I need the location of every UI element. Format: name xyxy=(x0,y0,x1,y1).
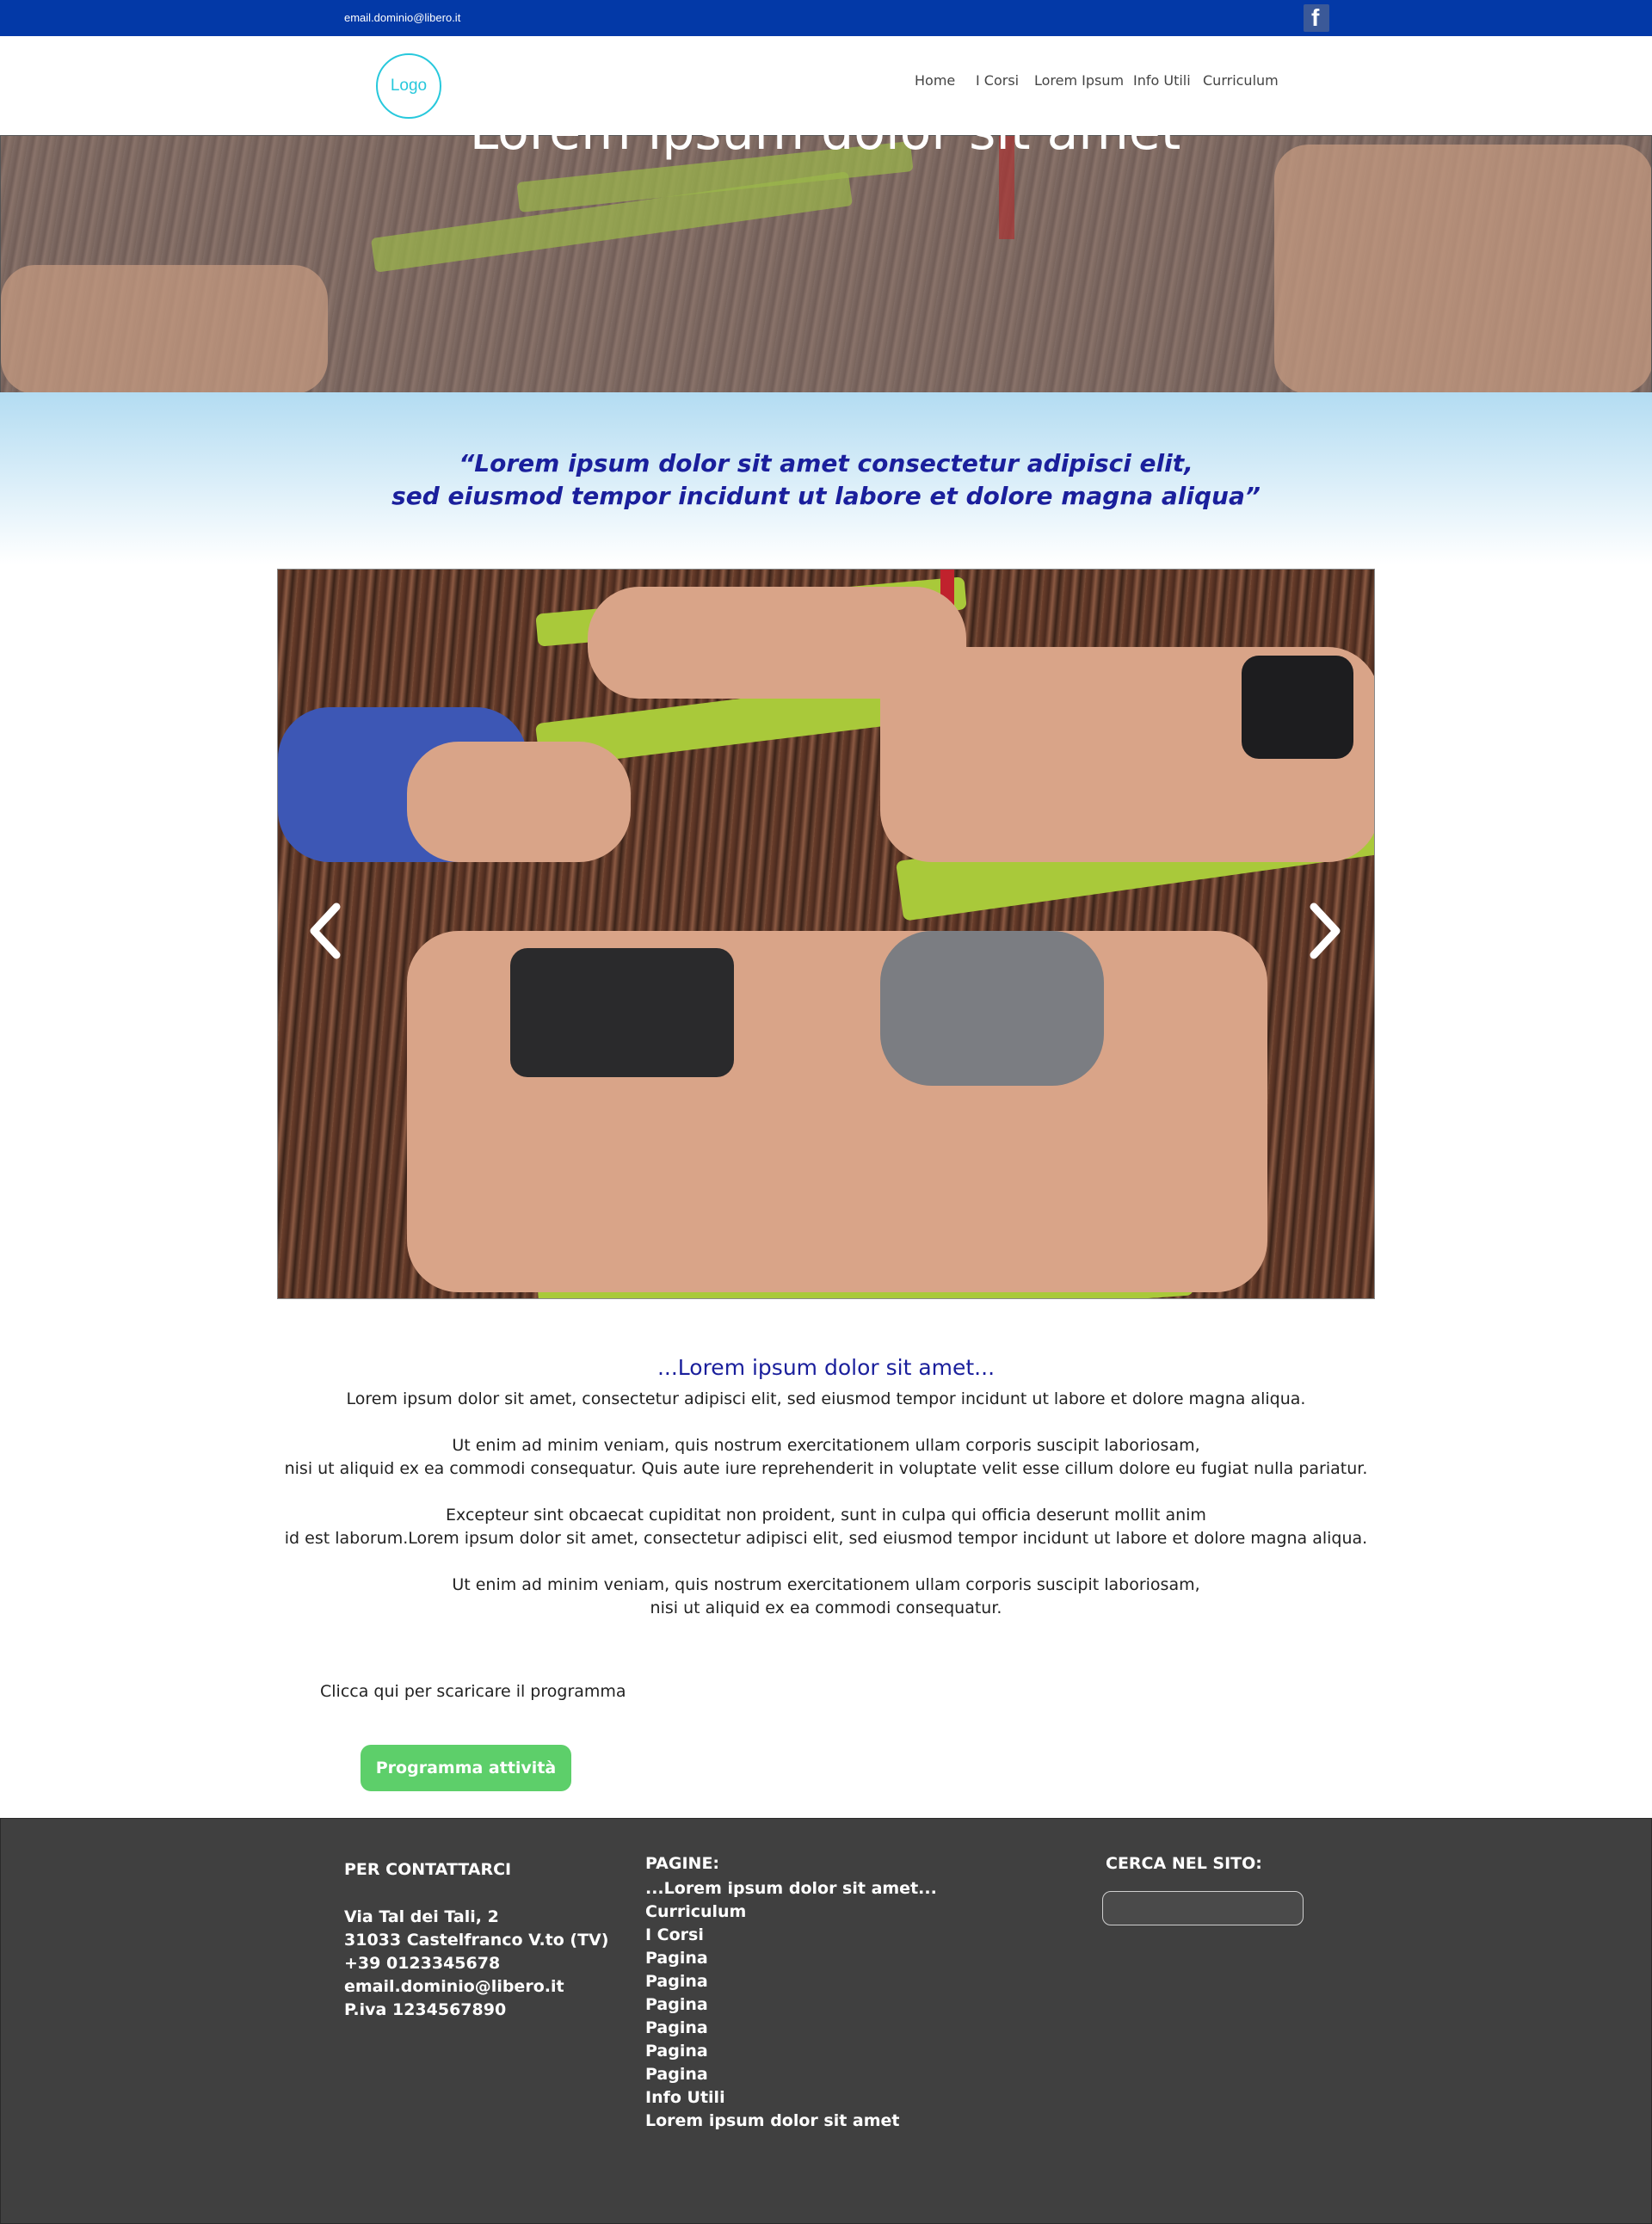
footer-page-link[interactable]: ...Lorem ipsum dolor sit amet... xyxy=(645,1877,937,1901)
contact-email[interactable]: email.dominio@libero.it xyxy=(344,1975,564,1999)
contact-vat: P.iva 1234567890 xyxy=(344,2000,507,2019)
hero-figure xyxy=(1,265,328,392)
nav-lorem-ipsum[interactable]: Lorem Ipsum xyxy=(1034,72,1124,89)
paragraph: Lorem ipsum dolor sit amet, consectetur … xyxy=(346,1389,1306,1408)
contact-phone[interactable]: +39 0123345678 xyxy=(344,1952,500,1975)
footer-page-link[interactable]: Pagina xyxy=(645,1970,708,1993)
facebook-icon[interactable]: f xyxy=(1304,4,1329,32)
clothing xyxy=(880,931,1104,1086)
quote-band xyxy=(0,392,1652,564)
chevron-left-icon xyxy=(310,903,341,959)
hero-figure xyxy=(1274,145,1651,392)
hero-banner xyxy=(0,135,1652,393)
search-heading: CERCA NEL SITO: xyxy=(1106,1854,1262,1873)
pages-heading: PAGINE: xyxy=(645,1854,720,1873)
footer-page-link[interactable]: Pagina xyxy=(645,2040,708,2063)
nav-i-corsi[interactable]: I Corsi xyxy=(976,72,1019,89)
paragraph: nisi ut aliquid ex ea commodi consequatu… xyxy=(284,1459,1368,1478)
content-title: ...Lorem ipsum dolor sit amet... xyxy=(656,1355,996,1380)
clothing xyxy=(510,948,734,1077)
contact-city: 31033 Castelfranco V.to (TV) xyxy=(344,1931,609,1950)
paragraph: id est laborum.Lorem ipsum dolor sit ame… xyxy=(284,1529,1368,1548)
footer-page-link[interactable]: Curriculum xyxy=(645,1901,746,1924)
facebook-glyph: f xyxy=(1311,4,1320,31)
footer-page-link[interactable]: Pagina xyxy=(645,1993,708,2017)
quote-line-2: sed eiusmod tempor incidunt ut labore et… xyxy=(391,482,1261,510)
footer-page-link[interactable]: Lorem ipsum dolor sit amet xyxy=(645,2110,900,2133)
slider-prev-button[interactable] xyxy=(304,896,355,965)
footer-page-link[interactable]: I Corsi xyxy=(645,1924,704,1947)
paragraph: Ut enim ad minim veniam, quis nostrum ex… xyxy=(452,1436,1200,1455)
paragraph: Ut enim ad minim veniam, quis nostrum ex… xyxy=(452,1575,1200,1594)
slider-next-button[interactable] xyxy=(1295,896,1347,965)
chevron-right-icon xyxy=(1310,903,1341,959)
footer-page-link[interactable]: Info Utili xyxy=(645,2086,725,2110)
download-text[interactable]: Clicca qui per scaricare il programma xyxy=(320,1682,626,1701)
clothing xyxy=(1242,656,1353,759)
paragraph: Excepteur sint obcaecat cupiditat non pr… xyxy=(446,1506,1206,1525)
footer-page-link[interactable]: Pagina xyxy=(645,1947,708,1970)
topbar-email[interactable]: email.dominio@libero.it xyxy=(344,11,460,24)
paragraph: nisi ut aliquid ex ea commodi consequatu… xyxy=(650,1599,1002,1617)
hero-title: Lorem ipsum dolor sit amet xyxy=(469,102,1181,162)
footer-page-link[interactable]: Pagina xyxy=(645,2063,708,2086)
quote-line-1: “Lorem ipsum dolor sit amet consectetur … xyxy=(459,449,1193,477)
image-slider[interactable] xyxy=(277,569,1375,1299)
nav-curriculum[interactable]: Curriculum xyxy=(1203,72,1279,89)
contact-heading: PER CONTATTARCI xyxy=(344,1860,512,1879)
contact-address: Via Tal dei Tali, 2 xyxy=(344,1907,499,1926)
footer-page-link[interactable]: Pagina xyxy=(645,2017,708,2040)
nav-info-utili[interactable]: Info Utili xyxy=(1133,72,1191,89)
program-download-button[interactable]: Programma attività xyxy=(361,1745,571,1791)
nav-home[interactable]: Home xyxy=(915,72,955,89)
search-input[interactable] xyxy=(1102,1891,1304,1925)
person-figure xyxy=(407,742,631,862)
top-bar xyxy=(0,0,1652,36)
